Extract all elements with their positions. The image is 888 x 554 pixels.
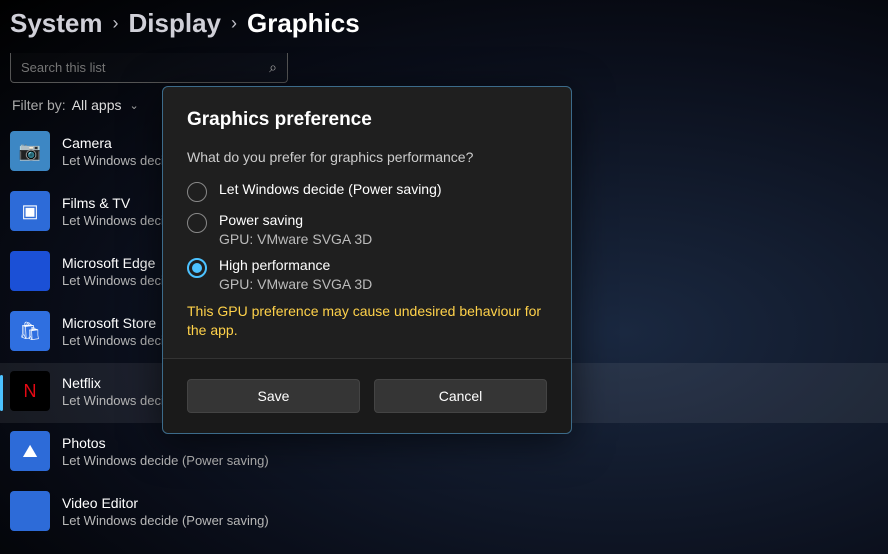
- chevron-right-icon: ›: [231, 13, 237, 34]
- radio-sublabel: GPU: VMware SVGA 3D: [219, 276, 372, 292]
- chevron-down-icon: ⌄: [130, 99, 139, 112]
- save-button[interactable]: Save: [187, 379, 360, 413]
- app-icon: ⛰: [10, 431, 50, 471]
- radio-label: Let Windows decide (Power saving): [219, 181, 442, 197]
- radio-group: Let Windows decide (Power saving) Power s…: [187, 181, 547, 292]
- filter-label: Filter by:: [12, 97, 66, 113]
- radio-icon[interactable]: [187, 182, 207, 202]
- graphics-preference-dialog: Graphics preference What do you prefer f…: [162, 86, 572, 434]
- app-icon: [10, 491, 50, 531]
- filter-value: All apps: [72, 97, 122, 113]
- radio-sublabel: GPU: VMware SVGA 3D: [219, 231, 372, 247]
- app-item[interactable]: Video Editor Let Windows decide (Power sa…: [0, 483, 888, 543]
- warning-text: This GPU preference may cause undesired …: [187, 302, 547, 340]
- radio-option[interactable]: Power saving GPU: VMware SVGA 3D: [187, 212, 547, 247]
- radio-option[interactable]: Let Windows decide (Power saving): [187, 181, 547, 202]
- app-sub: Let Windows decide (Power saving): [62, 453, 269, 468]
- app-icon: 📷: [10, 131, 50, 171]
- radio-label: Power saving: [219, 212, 372, 228]
- radio-icon[interactable]: [187, 213, 207, 233]
- chevron-right-icon: ›: [113, 13, 119, 34]
- search-input-wrap[interactable]: ⌕: [10, 53, 288, 83]
- dialog-title: Graphics preference: [187, 109, 547, 131]
- app-icon: [10, 251, 50, 291]
- breadcrumb-display[interactable]: Display: [129, 8, 222, 39]
- app-icon: ▣: [10, 191, 50, 231]
- search-input[interactable]: [21, 60, 269, 75]
- radio-icon[interactable]: [187, 258, 207, 278]
- app-icon: 🛍: [10, 311, 50, 351]
- breadcrumb-system[interactable]: System: [10, 8, 103, 39]
- radio-label: High performance: [219, 257, 372, 273]
- app-icon: N: [10, 371, 50, 411]
- app-name: Video Editor: [62, 495, 269, 511]
- breadcrumb-graphics: Graphics: [247, 8, 360, 39]
- app-name: Photos: [62, 435, 269, 451]
- app-sub: Let Windows decide (Power saving): [62, 513, 269, 528]
- radio-option[interactable]: High performance GPU: VMware SVGA 3D: [187, 257, 547, 292]
- search-icon[interactable]: ⌕: [269, 59, 277, 76]
- cancel-button[interactable]: Cancel: [374, 379, 547, 413]
- breadcrumb: System › Display › Graphics: [0, 0, 888, 53]
- dialog-question: What do you prefer for graphics performa…: [187, 149, 547, 165]
